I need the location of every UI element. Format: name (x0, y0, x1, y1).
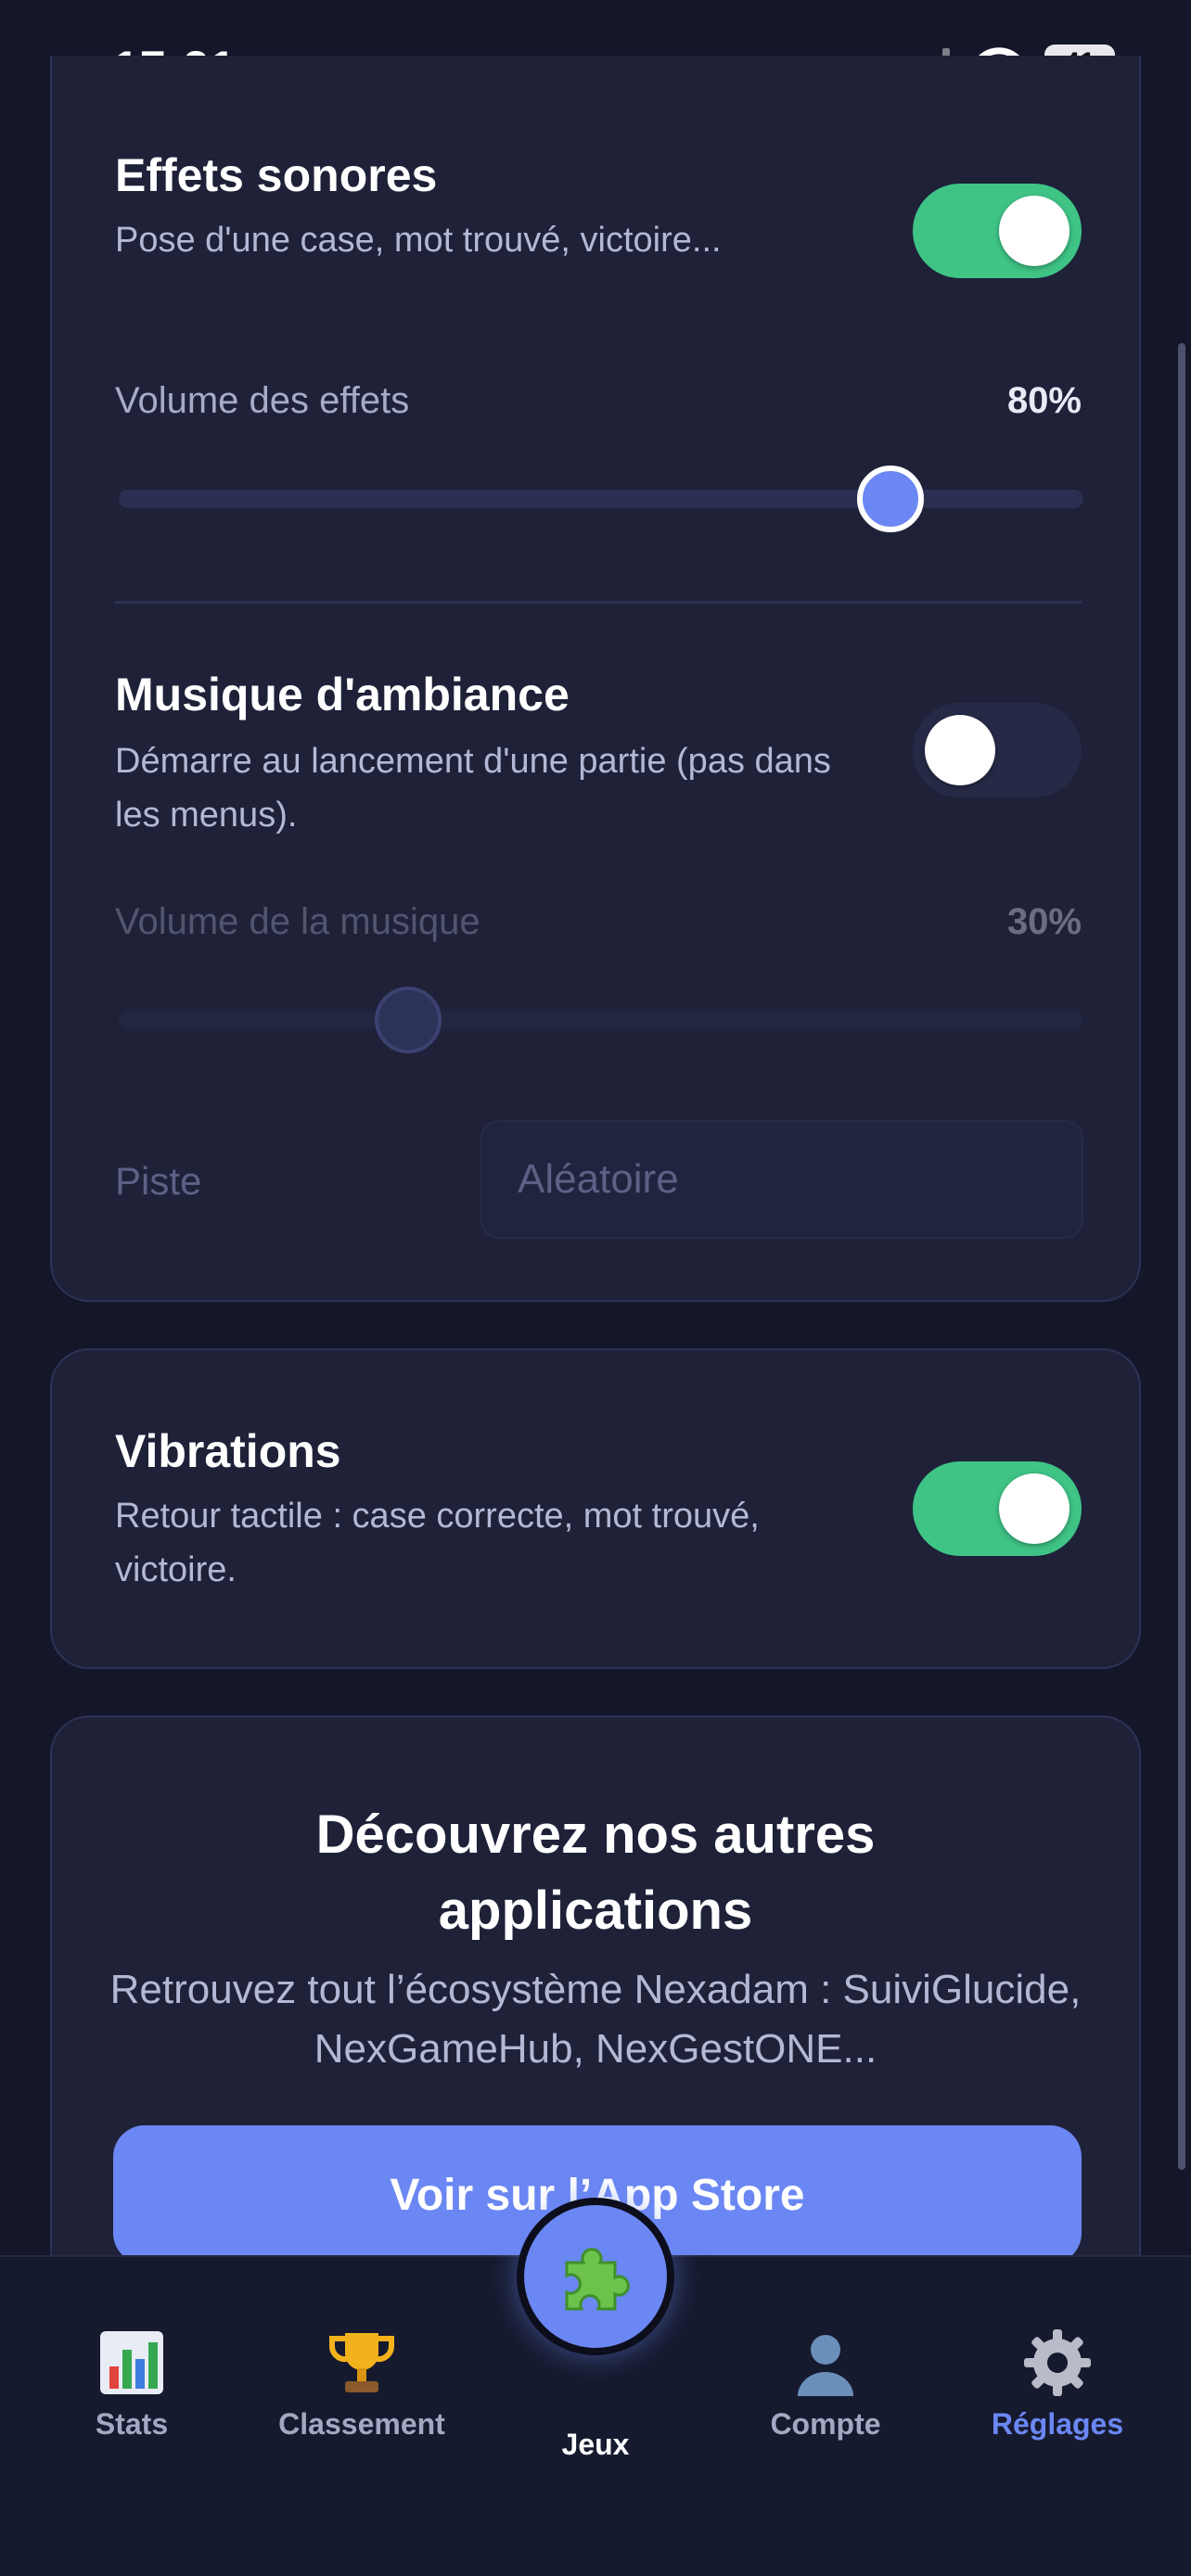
tab-classement-label: Classement (278, 2407, 445, 2441)
track-label: Piste (115, 1159, 202, 1203)
music-volume-slider[interactable] (119, 987, 1083, 1053)
vibrations-card: Vibrations Retour tactile : case correct… (50, 1348, 1141, 1669)
tab-classement[interactable]: Classement (250, 2326, 473, 2442)
tab-jeux-label: Jeux (561, 2428, 630, 2461)
music-toggle[interactable] (913, 703, 1082, 797)
tab-compte[interactable]: Compte (714, 2326, 937, 2442)
effects-volume-slider[interactable] (119, 465, 1083, 532)
vibrations-toggle[interactable] (913, 1461, 1082, 1556)
toggle-knob (999, 196, 1069, 266)
tab-jeux[interactable]: Jeux (484, 2420, 707, 2462)
music-description: Démarre au lancement d'une partie (pas d… (115, 742, 831, 835)
other-apps-description: Retrouvez tout l’écosystème Nexadam : Su… (109, 1967, 1082, 2072)
tab-bar: Stats Classement Jeux Compte Réglages (0, 2198, 1191, 2576)
tab-stats-label: Stats (95, 2407, 169, 2441)
tab-reglages-label: Réglages (991, 2407, 1124, 2441)
sound-effects-description: Pose d'une case, mot trouvé, victoire... (115, 221, 722, 260)
user-icon (798, 2335, 853, 2396)
toggle-knob (999, 1473, 1069, 1544)
other-apps-title: Découvrez nos autres applications (315, 1804, 876, 1941)
sound-effects-toggle[interactable] (913, 184, 1082, 278)
sound-effects-title: Effets sonores (115, 149, 438, 201)
vibrations-description: Retour tactile : case correcte, mot trou… (115, 1497, 760, 1589)
music-title: Musique d'ambiance (115, 669, 570, 721)
puzzle-icon (565, 2248, 630, 2311)
divider (115, 601, 1082, 604)
vibrations-title: Vibrations (115, 1425, 341, 1477)
audio-settings-card: Effets sonores Pose d'une case, mot trou… (50, 56, 1141, 1302)
music-volume-value: 30% (1006, 901, 1082, 942)
music-volume-label: Volume de la musique (115, 901, 480, 942)
track-select[interactable]: Aléatoire (480, 1120, 1083, 1239)
music-volume-thumb[interactable] (375, 987, 442, 1053)
effects-volume-value: 80% (1006, 380, 1082, 421)
effects-volume-label: Volume des effets (115, 380, 410, 421)
jeux-center-button[interactable] (517, 2198, 674, 2355)
bar-chart-icon (100, 2331, 163, 2394)
trophy-icon (328, 2333, 395, 2392)
toggle-knob (925, 715, 995, 785)
gear-icon (1024, 2329, 1091, 2396)
tab-compte-label: Compte (770, 2407, 881, 2441)
effects-volume-thumb[interactable] (857, 465, 924, 532)
tab-reglages[interactable]: Réglages (946, 2326, 1169, 2442)
tab-stats[interactable]: Stats (20, 2326, 243, 2442)
scrollbar[interactable] (1178, 343, 1185, 2170)
